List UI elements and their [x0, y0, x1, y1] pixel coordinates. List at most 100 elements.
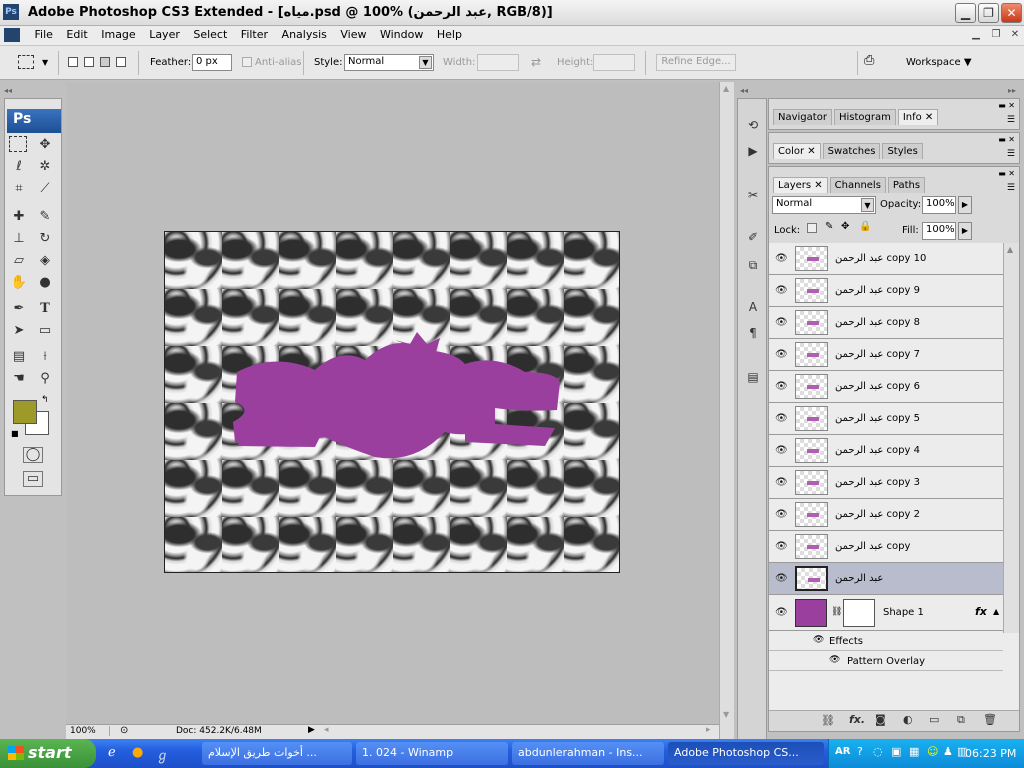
add-style-icon[interactable]: fx.	[849, 713, 865, 726]
document-canvas[interactable]	[164, 231, 620, 573]
crop-tool-icon[interactable]: ⌗	[9, 179, 29, 199]
eye-icon[interactable]: 👁	[775, 541, 788, 552]
tool-presets-icon[interactable]: ✂	[742, 185, 764, 205]
menu-window[interactable]: Window	[375, 26, 428, 43]
swap-colors-icon[interactable]: ↰	[41, 395, 49, 405]
tray-smiley-icon[interactable]: ☺	[927, 745, 938, 758]
shape-fill-thumbnail[interactable]	[795, 599, 827, 627]
tab-swatches[interactable]: Swatches	[822, 143, 881, 159]
panel-menu-icon[interactable]: ☰	[1007, 149, 1015, 159]
photoshop-app-icon[interactable]: Ps	[3, 4, 19, 20]
notes-tool-icon[interactable]: ▤	[9, 347, 29, 367]
lock-all-icon[interactable]: 🔒	[859, 221, 871, 232]
swap-arrows-icon[interactable]: ⇄	[531, 55, 541, 69]
restore-button[interactable]: ❐	[978, 3, 999, 23]
link-chain-icon[interactable]: ⛓	[831, 607, 842, 617]
healing-brush-icon[interactable]: ✚	[9, 207, 29, 227]
eye-icon[interactable]: 👁	[775, 381, 788, 392]
tab-info[interactable]: Info ✕	[897, 109, 939, 125]
eye-icon[interactable]: 👁	[775, 477, 788, 488]
language-indicator[interactable]: AR	[835, 746, 850, 757]
preset-chevron-icon[interactable]: ▼	[42, 58, 48, 67]
screen-mode-icon[interactable]: ▭	[23, 471, 43, 487]
layer-row[interactable]: 👁 عبد الرحمن copy 4	[769, 435, 1003, 467]
task-photoshop[interactable]: Adobe Photoshop CS...	[668, 742, 824, 765]
tray-help-icon[interactable]: ?	[857, 745, 863, 758]
eye-icon[interactable]: 👁	[829, 655, 840, 665]
tab-color[interactable]: Color ✕	[773, 143, 821, 159]
menu-layer[interactable]: Layer	[144, 26, 185, 43]
tray-app-icon[interactable]: ▣	[891, 745, 901, 758]
move-tool-icon[interactable]: ✥	[35, 135, 55, 155]
lasso-tool-icon[interactable]: ℓ	[9, 157, 29, 177]
layer-row[interactable]: 👁 عبد الرحمن copy 3	[769, 467, 1003, 499]
hscroll-left-icon[interactable]: ◂	[324, 725, 329, 735]
task-winamp[interactable]: 1. 024 - Winamp	[356, 742, 508, 765]
slice-tool-icon[interactable]: ⟋	[35, 179, 55, 199]
zoom-tool-icon[interactable]: ⚲	[35, 369, 55, 389]
layers-scrollbar[interactable]: ▲	[1003, 243, 1019, 633]
messenger-quicklaunch-icon[interactable]: ℊ	[156, 745, 169, 764]
refine-edge-button[interactable]: Refine Edge...	[656, 54, 736, 71]
toolbox-collapse-icon[interactable]: ◂◂	[4, 86, 12, 95]
panel-close-icon[interactable]: ▬ ✕	[998, 169, 1015, 178]
zoom-level[interactable]: 100%	[70, 726, 110, 736]
style-select[interactable]: Normal ▼	[344, 54, 434, 71]
menu-view[interactable]: View	[335, 26, 371, 43]
layer-comps-icon[interactable]: ▤	[742, 367, 764, 387]
feather-input[interactable]: 0 px	[192, 54, 232, 71]
quick-mask-icon[interactable]: ◯	[23, 447, 43, 463]
menu-edit[interactable]: Edit	[61, 26, 92, 43]
vector-mask-thumbnail[interactable]	[843, 599, 875, 627]
ie-quicklaunch-icon[interactable]: ℯ	[108, 745, 116, 760]
lock-transparent-icon[interactable]	[807, 223, 817, 233]
tab-channels[interactable]: Channels	[829, 177, 886, 193]
hand-tool-icon[interactable]: ☚	[9, 369, 29, 389]
lock-paint-icon[interactable]: ✎	[825, 221, 833, 232]
tab-navigator[interactable]: Navigator	[773, 109, 832, 125]
trash-icon[interactable]: 🗑	[983, 713, 997, 726]
clock[interactable]: 06:23 PM	[965, 747, 1016, 760]
eye-icon[interactable]: 👁	[775, 285, 788, 296]
marquee-preset-icon[interactable]	[18, 55, 34, 69]
dock-collapse-icon[interactable]: ◂◂	[740, 86, 748, 95]
link-layers-icon[interactable]: ⛓	[821, 714, 835, 727]
tab-paths[interactable]: Paths	[887, 177, 926, 193]
eye-icon[interactable]: 👁	[813, 635, 824, 645]
fx-icon[interactable]: fx	[975, 605, 987, 618]
history-panel-icon[interactable]: ⟲	[742, 115, 764, 135]
character-panel-icon[interactable]: A	[742, 297, 764, 317]
shape-layer-row[interactable]: 👁 ⛓ Shape 1 fx ▲	[769, 595, 1003, 631]
doc-restore-icon[interactable]: ❐	[988, 29, 1004, 43]
scroll-down-icon[interactable]: ▼	[723, 710, 729, 719]
actions-panel-icon[interactable]: ▶	[742, 141, 764, 161]
new-group-icon[interactable]: ▭	[929, 713, 939, 726]
add-mask-icon[interactable]: ◙	[875, 713, 886, 726]
tray-user-icon[interactable]: ♟	[943, 745, 953, 758]
dodge-tool-icon[interactable]: ●	[35, 273, 55, 293]
menu-analysis[interactable]: Analysis	[277, 26, 332, 43]
tab-histogram[interactable]: Histogram	[833, 109, 896, 125]
workspace-menu[interactable]: Workspace ▼	[906, 57, 972, 68]
bridge-icon[interactable]: ⎙	[864, 53, 886, 73]
eye-icon[interactable]: 👁	[775, 253, 788, 264]
eye-icon[interactable]: 👁	[775, 445, 788, 456]
tray-network-icon[interactable]: ▦	[909, 745, 919, 758]
blur-tool-icon[interactable]: ✋	[9, 273, 29, 293]
tray-chat-icon[interactable]: ◌	[873, 745, 883, 758]
panel-close-icon[interactable]: ▬ ✕	[998, 101, 1015, 110]
rectangle-tool-icon[interactable]: ▭	[35, 321, 55, 341]
eye-icon[interactable]: 👁	[775, 607, 788, 618]
pattern-overlay-row[interactable]: 👁 Pattern Overlay	[769, 652, 1003, 671]
paragraph-panel-icon[interactable]: ¶	[742, 323, 764, 343]
menu-file[interactable]: File	[30, 26, 58, 43]
tab-styles[interactable]: Styles	[882, 143, 923, 159]
magic-wand-icon[interactable]: ✲	[35, 157, 55, 177]
status-menu-arrow-icon[interactable]: ▶	[308, 725, 315, 735]
subtract-selection-icon[interactable]	[100, 57, 110, 67]
eyedropper-icon[interactable]: ⟊	[35, 347, 55, 367]
layer-row-selected[interactable]: 👁 عبد الرحمن	[769, 563, 1003, 595]
layer-row[interactable]: 👁 عبد الرحمن copy 5	[769, 403, 1003, 435]
antialias-checkbox[interactable]	[242, 57, 252, 67]
menu-select[interactable]: Select	[188, 26, 232, 43]
